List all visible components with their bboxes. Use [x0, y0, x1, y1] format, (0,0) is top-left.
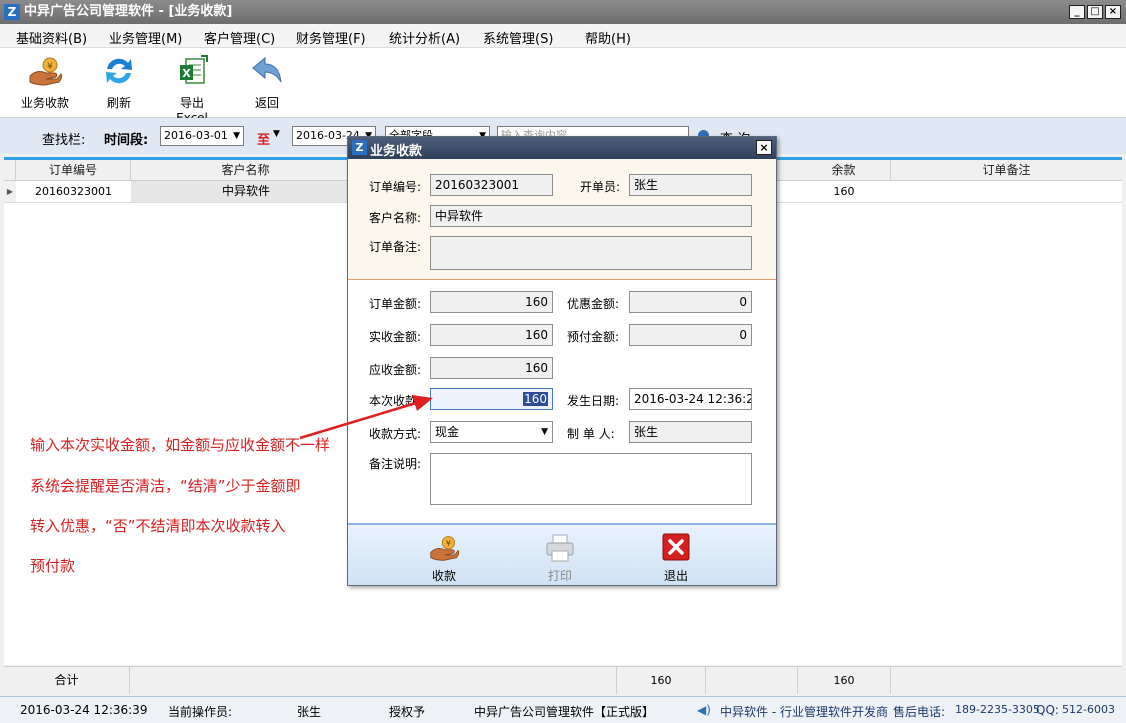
- annotation-arrow: [299, 395, 433, 440]
